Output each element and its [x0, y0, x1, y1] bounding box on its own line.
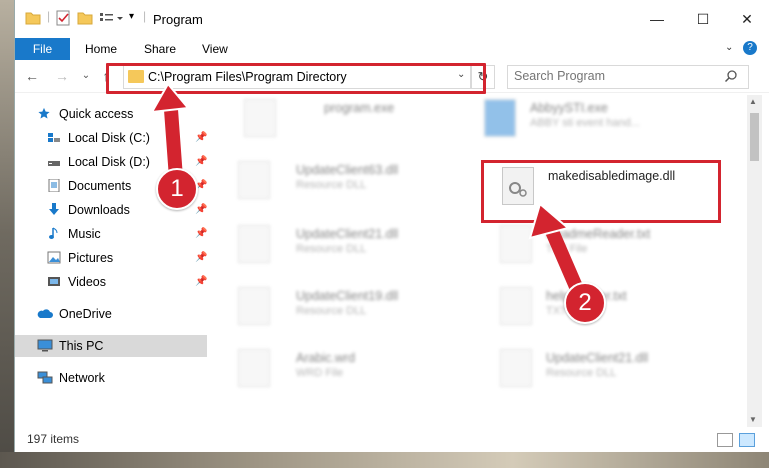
annotation-arrows — [150, 82, 587, 303]
arrow-1-head — [150, 82, 190, 114]
step-1-badge: 1 — [156, 168, 198, 210]
arrow-2-head — [528, 202, 571, 240]
step-2-badge: 2 — [564, 282, 606, 324]
